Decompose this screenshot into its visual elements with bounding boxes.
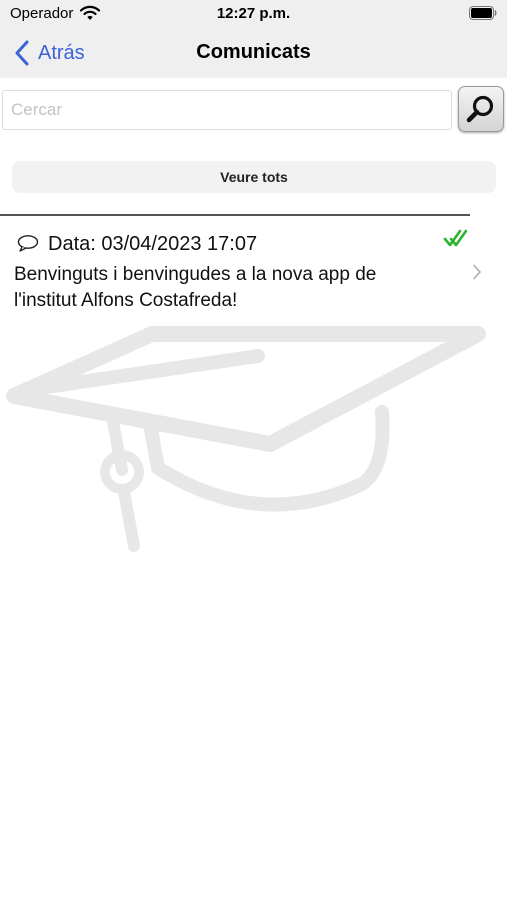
message-date: Data: 03/04/2023 17:07 bbox=[48, 233, 258, 255]
screen: Operador 12:27 p.m. Atrás Comunicats Cer… bbox=[0, 0, 507, 900]
status-clock: 12:27 p.m. bbox=[216, 5, 291, 22]
page-title: Comunicats bbox=[196, 41, 311, 63]
graduation-cap-watermark-icon bbox=[6, 326, 486, 552]
comment-icon bbox=[17, 235, 39, 252]
chevron-right-icon bbox=[473, 264, 481, 280]
message-body: Benvinguts i benvingudes a la nova app d… bbox=[14, 264, 377, 311]
search-icon bbox=[466, 95, 494, 123]
list-item[interactable]: Data: 03/04/2023 17:07 Benvinguts i benv… bbox=[0, 218, 507, 318]
divider bbox=[0, 214, 470, 216]
search-button[interactable] bbox=[458, 86, 504, 132]
search-input[interactable] bbox=[2, 90, 452, 130]
double-check-icon bbox=[443, 229, 467, 247]
navigation-bar: Atrás Comunicats bbox=[0, 28, 507, 78]
battery-icon bbox=[469, 6, 497, 20]
status-bar: Operador 12:27 p.m. bbox=[0, 0, 507, 28]
show-all-button[interactable]: Veure tots bbox=[12, 161, 496, 193]
